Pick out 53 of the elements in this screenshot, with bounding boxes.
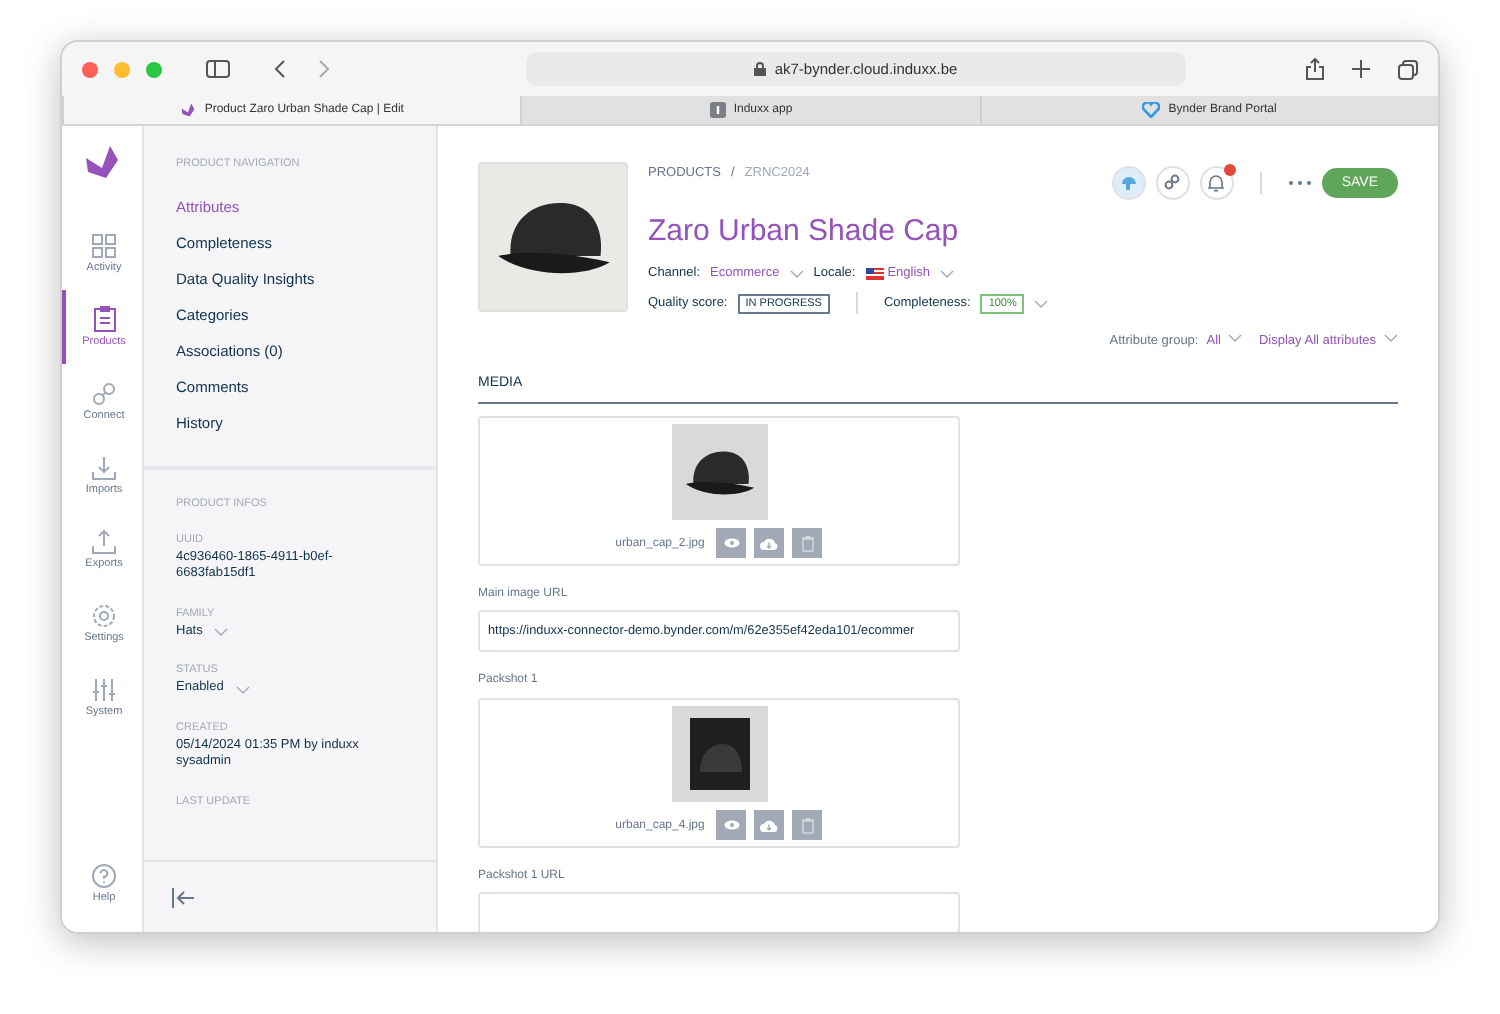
eye-icon: [723, 820, 740, 830]
more-icon[interactable]: [1287, 179, 1312, 185]
chevron-down-icon[interactable]: [940, 269, 955, 277]
product-title: Zaro Urban Shade Cap: [648, 214, 961, 248]
notification-button[interactable]: [1199, 165, 1234, 199]
delete-button[interactable]: [792, 810, 823, 840]
chevron-down-icon[interactable]: [214, 628, 229, 637]
back-icon[interactable]: [274, 60, 286, 78]
link-icon: [92, 381, 116, 405]
delete-button[interactable]: [792, 528, 823, 558]
preview-button[interactable]: [716, 528, 747, 558]
chevron-down-icon[interactable]: [1384, 334, 1398, 342]
input-field[interactable]: [478, 892, 960, 932]
link-icon: [1164, 174, 1181, 190]
lock-icon: [754, 62, 767, 76]
cloud-download-icon: [760, 819, 779, 831]
logo-icon: [180, 102, 197, 118]
boxed-cap-drawing: [687, 716, 751, 792]
ai-button[interactable]: [1111, 165, 1146, 199]
cap-drawing: [681, 445, 757, 499]
trash-icon: [801, 817, 814, 833]
download-button[interactable]: [754, 810, 785, 840]
chevron-down-icon[interactable]: [235, 685, 250, 694]
chevron-down-icon[interactable]: [1228, 334, 1243, 342]
upload-tray-icon: [92, 529, 116, 553]
flag-icon: [865, 267, 884, 279]
download-tray-icon: [92, 455, 116, 479]
cloud-download-icon: [760, 537, 779, 549]
plus-icon[interactable]: [1352, 60, 1370, 78]
logo-icon: [82, 142, 122, 182]
preview-button[interactable]: [716, 810, 747, 840]
link-button[interactable]: [1155, 165, 1190, 199]
minimize-window-button[interactable]: [114, 61, 130, 77]
sidebar-icon[interactable]: [206, 60, 230, 78]
forward-icon[interactable]: [318, 60, 330, 78]
bell-icon: [1208, 173, 1225, 191]
share-icon[interactable]: [1306, 58, 1324, 80]
zoom-window-button[interactable]: [146, 61, 162, 77]
eye-icon: [723, 538, 740, 548]
download-button[interactable]: [754, 528, 785, 558]
close-window-button[interactable]: [82, 61, 98, 77]
heart-icon: [1142, 102, 1161, 118]
trash-icon: [801, 535, 814, 551]
tabs-overview-icon[interactable]: [1398, 59, 1418, 79]
help-icon: [92, 863, 116, 887]
chevron-down-icon[interactable]: [1034, 299, 1049, 307]
clipboard-icon: [93, 306, 115, 332]
app-icon: [709, 102, 726, 118]
settings-icon: [92, 603, 116, 627]
chevron-down-icon[interactable]: [789, 269, 804, 277]
sliders-icon: [92, 677, 116, 701]
grid-icon: [92, 233, 116, 257]
collapse-icon[interactable]: [172, 887, 196, 907]
